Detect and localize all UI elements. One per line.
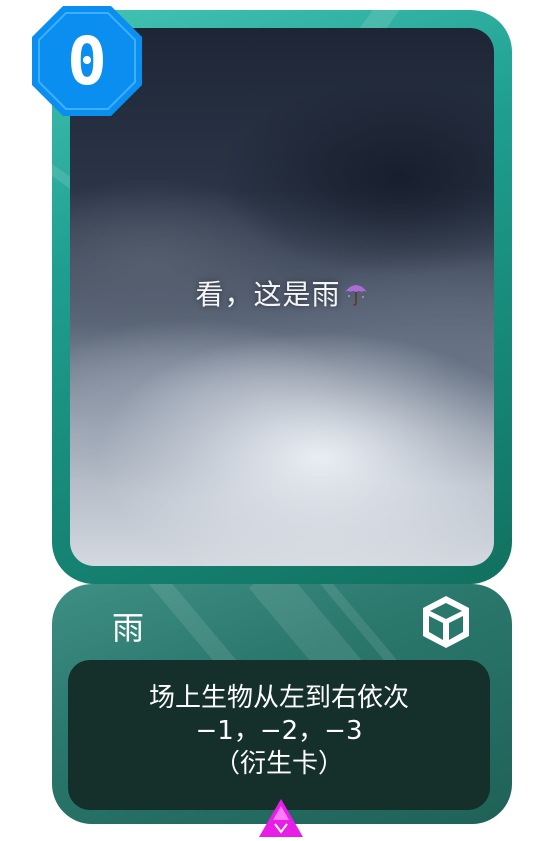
cube-icon <box>423 596 469 648</box>
description-line-1: 场上生物从左到右依次 <box>148 683 409 713</box>
rarity-gem-icon <box>259 799 303 837</box>
description-line-3: （衍生卡） <box>213 749 344 779</box>
art-caption: 看，这是雨 <box>70 273 494 313</box>
umbrella-icon <box>344 285 367 306</box>
description-line-2: −1，−2，−3 <box>195 716 363 746</box>
card-name: 雨 <box>112 609 145 647</box>
description: 场上生物从左到右依次 −1，−2，−3 （衍生卡） <box>68 682 490 781</box>
cost-value: 0 <box>67 22 107 100</box>
art-caption-text: 看，这是雨 <box>195 278 341 311</box>
